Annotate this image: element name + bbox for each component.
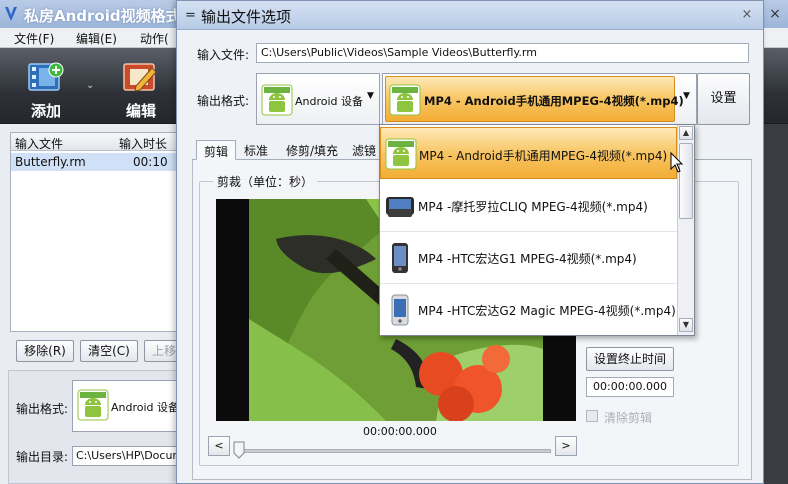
add-video-icon[interactable] bbox=[27, 60, 65, 94]
add-button-label[interactable]: 添加 bbox=[31, 100, 61, 121]
app-logo-icon bbox=[5, 7, 17, 21]
android-icon bbox=[389, 84, 421, 116]
list-item[interactable]: MP4 -HTC宏达G1 MPEG-4视频(*.mp4) bbox=[380, 232, 677, 284]
settings-button[interactable]: 设置 bbox=[697, 73, 750, 125]
tab-filter[interactable]: 滤镜 bbox=[345, 140, 383, 160]
clear-crop-checkbox[interactable]: 清除剪辑 bbox=[586, 409, 706, 425]
menu-action[interactable]: 动作( bbox=[140, 30, 169, 47]
android-icon bbox=[77, 389, 109, 421]
input-file-field[interactable]: C:\Users\Public\Videos\Sample Videos\But… bbox=[256, 43, 749, 63]
remove-button[interactable]: 移除(R) bbox=[16, 340, 74, 362]
list-item-label: MP4 -HTC宏达G1 MPEG-4视频(*.mp4) bbox=[418, 252, 637, 266]
file-list-header: 输入文件 输入时长 bbox=[11, 133, 177, 151]
list-item[interactable]: MP4 -摩托罗拉CLIQ MPEG-4视频(*.mp4) bbox=[380, 180, 677, 232]
dialog-title: 输出文件选项 bbox=[201, 8, 292, 26]
dialog-menu-icon[interactable]: = bbox=[185, 8, 196, 23]
phone-icon bbox=[392, 243, 408, 273]
mouse-cursor-icon bbox=[670, 152, 684, 173]
format-dropdown-list[interactable]: MP4 - Android手机通用MPEG-4视频(*.mp4) MP4 -摩托… bbox=[379, 124, 695, 336]
timeline-slider-thumb[interactable] bbox=[233, 441, 245, 459]
list-item-label: MP4 -HTC宏达G2 Magic MPEG-4视频(*.mp4) bbox=[418, 304, 676, 318]
tab-standard[interactable]: 标准 bbox=[237, 140, 275, 160]
app-close-button[interactable]: × bbox=[766, 6, 784, 22]
end-time-field[interactable]: 00:00:00.000 bbox=[586, 377, 674, 397]
list-item-label: MP4 - Android手机通用MPEG-4视频(*.mp4) bbox=[419, 149, 668, 163]
list-item[interactable]: MP4 - Android手机通用MPEG-4视频(*.mp4) bbox=[380, 127, 677, 179]
preview-background bbox=[762, 124, 788, 484]
format-select[interactable]: MP4 - Android手机通用MPEG-4视频(*.mp4) ▼ bbox=[382, 73, 697, 125]
slider-right-button[interactable]: > bbox=[555, 436, 577, 456]
android-icon bbox=[261, 84, 293, 116]
device-select-value: Android 设备 bbox=[295, 95, 364, 108]
android-icon bbox=[385, 138, 417, 170]
set-end-time-button[interactable]: 设置终止时间 bbox=[586, 347, 674, 371]
output-format-value: Android 设备 bbox=[111, 401, 180, 414]
column-duration[interactable]: 输入时长 bbox=[119, 135, 167, 152]
format-select-value: MP4 - Android手机通用MPEG-4视频(*.mp4) bbox=[424, 94, 684, 108]
current-time-display: 00:00:00.000 bbox=[363, 425, 437, 438]
scroll-down-icon[interactable]: ▼ bbox=[679, 318, 693, 332]
clear-button[interactable]: 清空(C) bbox=[80, 340, 138, 362]
tab-edit[interactable]: 剪辑 bbox=[196, 140, 237, 160]
device-select[interactable]: Android 设备 ▼ bbox=[256, 73, 380, 125]
column-input-file[interactable]: 输入文件 bbox=[15, 135, 63, 152]
file-list[interactable]: 输入文件 输入时长 Butterfly.rm 00:10 bbox=[10, 132, 178, 332]
chevron-down-icon: ▼ bbox=[367, 91, 374, 101]
chevron-down-icon[interactable]: ▼ bbox=[683, 91, 690, 101]
menu-edit[interactable]: 编辑(E) bbox=[76, 30, 117, 47]
clear-crop-label: 清除剪辑 bbox=[604, 411, 653, 425]
file-name-cell: Butterfly.rm bbox=[15, 155, 86, 169]
edit-button-label[interactable]: 编辑 bbox=[126, 100, 156, 121]
phone-icon bbox=[391, 294, 409, 326]
slider-left-button[interactable]: < bbox=[208, 436, 230, 456]
tab-trim-pad[interactable]: 修剪/填充 bbox=[279, 140, 345, 160]
input-file-label: 输入文件: bbox=[197, 48, 250, 62]
file-duration-cell: 00:10 bbox=[133, 155, 168, 169]
output-format-label: 输出格式: bbox=[16, 402, 69, 416]
dialog-close-button[interactable]: × bbox=[739, 7, 755, 23]
add-dropdown-arrow-icon[interactable]: ⌄ bbox=[86, 80, 94, 91]
timeline-slider[interactable] bbox=[235, 449, 551, 453]
output-format-selector[interactable]: Android 设备 bbox=[72, 380, 182, 432]
output-format-label: 输出格式: bbox=[197, 94, 250, 108]
scroll-up-icon[interactable]: ▲ bbox=[679, 126, 693, 140]
menu-file[interactable]: 文件(F) bbox=[14, 30, 54, 47]
list-item-label: MP4 -摩托罗拉CLIQ MPEG-4视频(*.mp4) bbox=[418, 200, 648, 214]
output-dir-field[interactable]: C:\Users\HP\Docume bbox=[72, 446, 182, 466]
edit-video-icon[interactable] bbox=[122, 60, 160, 94]
crop-group-title: 剪裁（单位：秒） bbox=[213, 173, 318, 190]
checkbox-icon[interactable] bbox=[586, 410, 598, 422]
format-select-highlight: MP4 - Android手机通用MPEG-4视频(*.mp4) bbox=[385, 76, 684, 122]
phone-icon bbox=[386, 197, 414, 217]
table-row[interactable]: Butterfly.rm 00:10 bbox=[11, 153, 177, 171]
output-dir-label: 输出目录: bbox=[16, 450, 69, 464]
dialog-titlebar: = 输出文件选项 × bbox=[177, 1, 763, 30]
list-item[interactable]: MP4 -HTC宏达G2 Magic MPEG-4视频(*.mp4) bbox=[380, 284, 677, 335]
app-title: 私房Android视频格式 bbox=[24, 7, 181, 25]
